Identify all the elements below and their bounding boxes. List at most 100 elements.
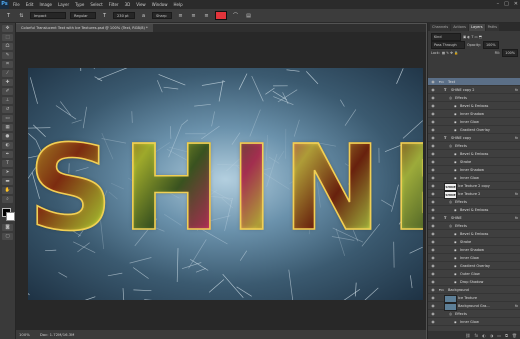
marquee-tool-icon[interactable]: ⬚ — [2, 34, 13, 41]
visibility-eye-icon[interactable]: ◉ — [430, 279, 436, 285]
visibility-eye-icon[interactable]: ◉ — [430, 295, 436, 301]
tab-channels[interactable]: Channels — [430, 24, 451, 31]
effect-visibility-icon[interactable]: ◉ — [454, 246, 457, 254]
layer-row[interactable]: ◉ SHINE Ice Texture 2 fx — [428, 190, 520, 199]
antialias-select[interactable]: Sharp — [152, 12, 172, 19]
menu-filter[interactable]: Filter — [109, 2, 119, 7]
visibility-eye-icon[interactable]: ◉ — [430, 247, 436, 253]
visibility-eye-icon[interactable]: ◉ — [430, 287, 436, 293]
dodge-tool-icon[interactable]: ◐ — [2, 142, 13, 149]
folder-icon[interactable]: ▾▭ — [439, 78, 444, 86]
fx-icon[interactable]: fx — [515, 86, 518, 94]
move-tool-icon[interactable]: ✥ — [2, 25, 13, 32]
layer-effect-row[interactable]: ◉ ◉ Inner Shadow — [428, 246, 520, 254]
visibility-eye-icon[interactable]: ◉ — [430, 95, 436, 101]
text-color-swatch[interactable] — [215, 11, 227, 20]
menu-help[interactable]: Help — [173, 2, 182, 7]
layer-effect-row[interactable]: ◉ ◉ Inner Shadow — [428, 166, 520, 174]
visibility-eye-icon[interactable]: ◉ — [430, 319, 436, 325]
layer-effect-row[interactable]: ◉ ◉ Outer Glow — [428, 270, 520, 278]
effect-visibility-icon[interactable]: ◉ — [454, 110, 457, 118]
close-icon[interactable]: ✕ — [514, 0, 518, 9]
path-selection-tool-icon[interactable]: ➤ — [2, 169, 13, 176]
layer-effect-row[interactable]: ◉ ◉ Gradient Overlay — [428, 262, 520, 270]
menu-type[interactable]: Type — [75, 2, 84, 7]
effect-visibility-icon[interactable]: ◉ — [454, 254, 457, 262]
align-left-icon[interactable]: ≡ — [176, 12, 185, 20]
menu-layer[interactable]: Layer — [58, 2, 69, 7]
effect-visibility-icon[interactable]: ◉ — [454, 158, 457, 166]
layer-effect-row[interactable]: ◉ ◉ Inner Glow — [428, 318, 520, 326]
visibility-eye-icon[interactable]: ◉ — [430, 159, 436, 165]
canvas-area[interactable]: SHINE — [16, 32, 426, 330]
layer-group-row[interactable]: ◉ ▾▭ Text — [428, 78, 520, 86]
effect-visibility-icon[interactable]: ◉ — [454, 126, 457, 134]
visibility-eye-icon[interactable]: ◉ — [430, 199, 436, 205]
warp-text-icon[interactable]: ⌒ — [231, 12, 240, 20]
pen-tool-icon[interactable]: ✒ — [2, 151, 13, 158]
opacity-field[interactable]: 100% — [482, 41, 499, 49]
kind-filter-select[interactable]: Kind — [431, 33, 461, 41]
tab-paths[interactable]: Paths — [485, 24, 500, 31]
layer-effect-row[interactable]: ◉ ◎ Effects — [428, 310, 520, 318]
visibility-eye-icon[interactable]: ◉ — [430, 167, 436, 173]
folder-icon[interactable]: ▭ — [497, 333, 501, 338]
tab-actions[interactable]: Actions — [451, 24, 468, 31]
visibility-eye-icon[interactable]: ◉ — [430, 151, 436, 157]
clone-stamp-tool-icon[interactable]: ⊥ — [2, 97, 13, 104]
visibility-eye-icon[interactable]: ◉ — [430, 111, 436, 117]
visibility-eye-icon[interactable]: ◉ — [430, 175, 436, 181]
effect-visibility-icon[interactable]: ◉ — [454, 278, 457, 286]
fx-icon[interactable]: fx — [515, 302, 518, 310]
menu-view[interactable]: View — [136, 2, 146, 7]
layer-effect-row[interactable]: ◉ ◉ Gradient Overlay — [428, 126, 520, 134]
visibility-eye-icon[interactable]: ◉ — [430, 79, 436, 85]
effect-visibility-icon[interactable]: ◉ — [454, 262, 457, 270]
background-color-swatch[interactable] — [6, 212, 15, 221]
adjustment-icon[interactable]: ◑ — [490, 333, 494, 338]
visibility-eye-icon[interactable]: ◉ — [430, 143, 436, 149]
screen-mode-icon[interactable]: ▢ — [2, 233, 13, 240]
fx-icon[interactable]: fx — [515, 214, 518, 222]
type-tool-icon[interactable]: T — [4, 12, 13, 20]
layer-effect-row[interactable]: ◉ ◉ Stroke — [428, 238, 520, 246]
layer-effect-row[interactable]: ◉ ◉ Stroke — [428, 158, 520, 166]
filter-icons[interactable]: ▣ ◐ T ▭ ⬒ — [463, 35, 482, 39]
effect-visibility-icon[interactable]: ◉ — [454, 150, 457, 158]
document-canvas[interactable]: SHINE — [28, 68, 423, 300]
visibility-eye-icon[interactable]: ◉ — [430, 223, 436, 229]
layer-effect-row[interactable]: ◉ ◉ Inner Shadow — [428, 110, 520, 118]
font-style-select[interactable]: Regular — [70, 12, 96, 19]
font-family-select[interactable]: Impact — [30, 12, 66, 19]
hand-tool-icon[interactable]: ✋ — [2, 187, 13, 194]
layer-row[interactable]: ◉ T SHINE copy fx — [428, 134, 520, 142]
eraser-tool-icon[interactable]: ▭ — [2, 115, 13, 122]
brush-tool-icon[interactable]: ✐ — [2, 88, 13, 95]
layer-effect-row[interactable]: ◉ ◉ Inner Glow — [428, 254, 520, 262]
effect-visibility-icon[interactable]: ◉ — [454, 238, 457, 246]
folder-icon[interactable]: ▾▭ — [439, 286, 444, 294]
effect-visibility-icon[interactable]: ◉ — [454, 206, 457, 214]
align-right-icon[interactable]: ≡ — [202, 12, 211, 20]
layer-effect-row[interactable]: ◉ ◉ Bevel & Emboss — [428, 230, 520, 238]
mask-icon[interactable]: ◐ — [482, 333, 486, 338]
layer-group-row[interactable]: ◉ ▾▭ Background — [428, 286, 520, 294]
history-brush-tool-icon[interactable]: ↺ — [2, 106, 13, 113]
effect-visibility-icon[interactable]: ◉ — [454, 230, 457, 238]
layer-effect-row[interactable]: ◉ ◎ Effects — [428, 142, 520, 150]
new-layer-icon[interactable]: ⧉ — [505, 333, 508, 338]
type-tool-icon-toolbox[interactable]: T — [2, 160, 13, 167]
crop-tool-icon[interactable]: ⌗ — [2, 61, 13, 68]
font-size-select[interactable]: 230 pt — [113, 12, 135, 19]
menu-file[interactable]: File — [13, 2, 20, 7]
visibility-eye-icon[interactable]: ◉ — [430, 103, 436, 109]
trash-icon[interactable]: 🗑 — [512, 333, 517, 338]
visibility-eye-icon[interactable]: ◉ — [430, 271, 436, 277]
visibility-eye-icon[interactable]: ◉ — [430, 303, 436, 309]
layer-effect-row[interactable]: ◉ ◉ Drop Shadow — [428, 278, 520, 286]
visibility-eye-icon[interactable]: ◉ — [430, 191, 436, 197]
layer-effect-row[interactable]: ◉ ◉ Inner Glow — [428, 174, 520, 182]
effect-visibility-icon[interactable]: ◉ — [454, 318, 457, 326]
visibility-eye-icon[interactable]: ◉ — [430, 183, 436, 189]
visibility-eye-icon[interactable]: ◉ — [430, 215, 436, 221]
